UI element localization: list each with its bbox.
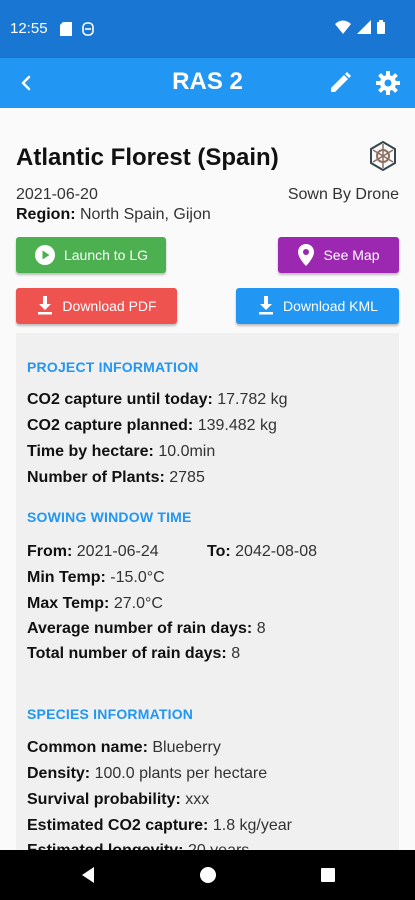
app-bar: RAS 2 bbox=[0, 58, 415, 108]
info-row: Total number of rain days: 8 bbox=[27, 645, 241, 662]
info-row: CO2 capture planned: 139.482 kg bbox=[27, 417, 277, 434]
info-row: Common name: Blueberry bbox=[27, 739, 221, 756]
download-icon bbox=[259, 296, 274, 315]
info-row: CO2 capture until today: 17.782 kg bbox=[27, 391, 288, 408]
info-row: Time by hectare: 10.0min bbox=[27, 443, 216, 460]
play-circle-icon bbox=[34, 245, 55, 265]
region-value: North Spain, Gijon bbox=[80, 206, 211, 223]
nav-back-button[interactable] bbox=[78, 865, 98, 885]
battery-icon bbox=[377, 20, 385, 34]
nav-home-button[interactable] bbox=[198, 865, 218, 885]
gear-icon bbox=[376, 71, 400, 95]
see-map-button[interactable]: See Map bbox=[278, 237, 399, 273]
signal-icon bbox=[357, 20, 371, 34]
sown-by: Sown By Drone bbox=[287, 186, 399, 203]
seed-logo-icon bbox=[370, 140, 396, 172]
info-row: Density: 100.0 plants per hectare bbox=[27, 765, 268, 782]
info-row: Average number of rain days: 8 bbox=[27, 620, 266, 637]
edit-button[interactable] bbox=[327, 70, 353, 96]
project-title: Atlantic Florest (Spain) bbox=[16, 144, 279, 171]
download-icon bbox=[38, 296, 53, 315]
info-card: PROJECT INFORMATION CO2 capture until to… bbox=[16, 333, 399, 850]
sowing-from: From: 2021-06-24 bbox=[27, 543, 159, 560]
download-kml-button[interactable]: Download KML bbox=[236, 288, 399, 324]
sowing-to: To: 2042-08-08 bbox=[207, 543, 317, 560]
launch-to-lg-button[interactable]: Launch to LG bbox=[16, 237, 166, 273]
kml-label: Download KML bbox=[283, 298, 378, 314]
project-logo bbox=[367, 140, 399, 172]
project-detail: Atlantic Florest (Spain) 2021-06-20 Sown… bbox=[0, 108, 415, 850]
wifi-icon bbox=[335, 20, 351, 34]
status-bar: 12:55 bbox=[0, 0, 415, 58]
nav-recents-button[interactable] bbox=[318, 865, 338, 885]
triangle-back-icon bbox=[82, 867, 94, 883]
map-pin-icon bbox=[298, 244, 315, 266]
info-row: Min Temp: -15.0°C bbox=[27, 569, 165, 586]
sd-card-icon bbox=[60, 22, 72, 36]
region-label: Region: bbox=[16, 206, 76, 223]
settings-button[interactable] bbox=[375, 70, 401, 96]
info-row: Estimated longevity: 20 years bbox=[27, 842, 249, 850]
sync-icon bbox=[82, 22, 94, 36]
info-row: Survival probability: xxx bbox=[27, 791, 210, 808]
species-information-title: SPECIES INFORMATION bbox=[27, 706, 194, 722]
project-date: 2021-06-20 bbox=[16, 186, 98, 203]
status-notification-icons bbox=[60, 22, 94, 36]
project-information-title: PROJECT INFORMATION bbox=[27, 359, 199, 375]
pencil-icon bbox=[331, 72, 351, 92]
pdf-label: Download PDF bbox=[62, 298, 157, 314]
sowing-window-title: SOWING WINDOW TIME bbox=[27, 509, 192, 525]
info-row: Number of Plants: 2785 bbox=[27, 469, 205, 486]
info-row: Max Temp: 27.0°C bbox=[27, 595, 163, 612]
region: Region: North Spain, Gijon bbox=[16, 206, 211, 224]
status-time: 12:55 bbox=[10, 20, 48, 37]
launch-label: Launch to LG bbox=[63, 247, 149, 263]
download-pdf-button[interactable]: Download PDF bbox=[16, 288, 177, 324]
map-label: See Map bbox=[323, 247, 380, 263]
system-nav-bar bbox=[0, 850, 415, 900]
circle-home-icon bbox=[200, 867, 216, 883]
status-system-icons bbox=[335, 20, 385, 34]
info-row: Estimated CO2 capture: 1.8 kg/year bbox=[27, 817, 292, 834]
square-recents-icon bbox=[321, 868, 335, 882]
